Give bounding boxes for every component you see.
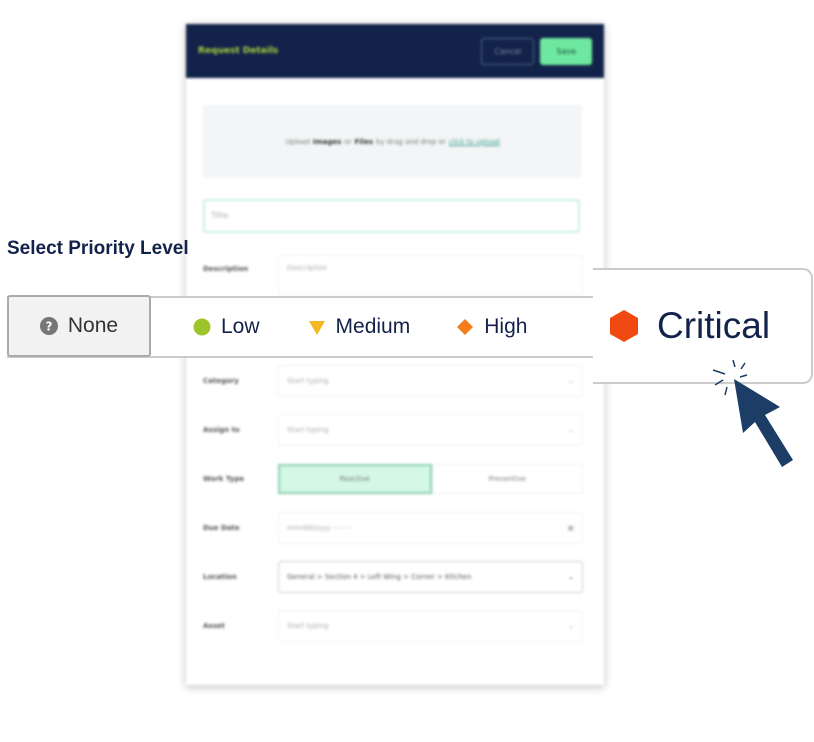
location-value: General > Section 4 > Left Wing > Corner…: [287, 573, 472, 581]
priority-option-none[interactable]: ? None: [7, 295, 151, 357]
chevron-down-icon: ⌄: [568, 426, 574, 434]
priority-selector: ? None Low Medium High: [7, 295, 597, 358]
upload-link[interactable]: click to upload: [449, 138, 500, 146]
upload-text: Images: [312, 137, 342, 146]
priority-label: Critical: [657, 305, 771, 346]
assign-to-label: Assign to: [203, 426, 240, 434]
priority-label: Medium: [335, 315, 411, 338]
priority-option-high[interactable]: High: [456, 315, 527, 339]
description-input[interactable]: Description: [278, 255, 583, 295]
chevron-down-icon: ⌄: [568, 573, 574, 581]
priority-label: None: [67, 314, 119, 337]
form-title: Request Details: [198, 46, 279, 56]
triangle-down-icon: [308, 321, 325, 335]
due-date-placeholder: mm/dd/yyyy --:-- --: [287, 524, 353, 532]
priority-option-medium[interactable]: Medium: [308, 315, 411, 339]
due-date-label: Due Date: [203, 524, 240, 532]
circle-icon: [193, 318, 211, 336]
save-button[interactable]: Save: [540, 37, 592, 65]
priority-label: High: [484, 315, 528, 338]
due-date-input[interactable]: mm/dd/yyyy --:-- -- ▣: [278, 512, 583, 544]
asset-placeholder: Start typing: [287, 622, 329, 630]
hexagon-icon: [610, 310, 638, 342]
chevron-down-icon: ⌄: [568, 377, 574, 385]
description-label: Description: [203, 265, 249, 273]
category-label: Category: [203, 377, 239, 385]
asset-select[interactable]: Start typing ⌄: [278, 610, 583, 642]
work-type-reactive[interactable]: Reactive: [278, 464, 432, 494]
upload-text: or: [344, 137, 352, 146]
asset-label: Asset: [203, 622, 225, 630]
calendar-icon[interactable]: ▣: [567, 524, 574, 532]
work-type-preventive[interactable]: Preventive: [431, 464, 583, 494]
diamond-icon: [457, 319, 474, 335]
cancel-button[interactable]: Cancel: [481, 37, 535, 65]
location-select[interactable]: General > Section 4 > Left Wing > Corner…: [278, 561, 583, 593]
svg-text:?: ?: [45, 320, 52, 334]
priority-label: Low: [221, 315, 260, 338]
upload-text: Files: [354, 137, 374, 146]
form-header: Request Details Cancel Save: [186, 24, 604, 78]
location-label: Location: [203, 573, 237, 581]
category-placeholder: Start typing: [287, 377, 329, 385]
upload-text: Upload: [285, 137, 310, 146]
title-input[interactable]: Title: [203, 199, 580, 233]
pointer-cursor-icon: [712, 359, 793, 467]
priority-option-low[interactable]: Low: [193, 315, 260, 339]
upload-text: by drag and drop or: [376, 137, 446, 146]
assign-to-placeholder: Start typing: [287, 426, 329, 434]
question-circle-icon: ?: [39, 317, 58, 335]
work-type-label: Work Type: [203, 475, 245, 483]
chevron-down-icon: ⌄: [568, 622, 574, 630]
assign-to-select[interactable]: Start typing ⌄: [278, 414, 583, 446]
upload-dropzone[interactable]: Upload Images or Files by drag and drop …: [203, 105, 582, 178]
priority-heading: Select Priority Level: [7, 238, 189, 259]
category-select[interactable]: Start typing ⌄: [278, 365, 583, 397]
